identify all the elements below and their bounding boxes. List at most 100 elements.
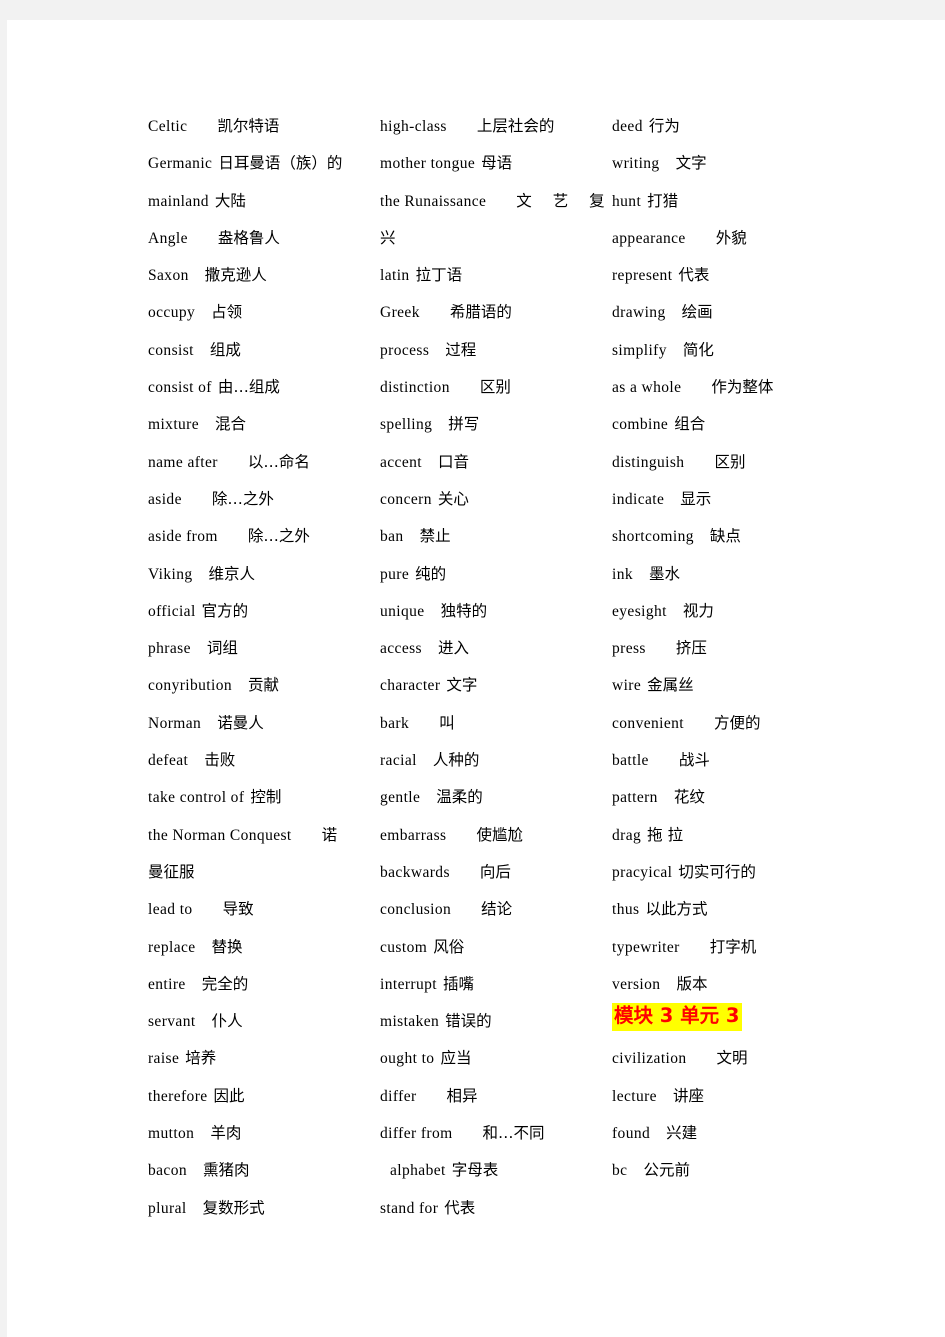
entry-meaning: 凯尔特语 — [217, 117, 280, 135]
vocabulary-entry: custom 风俗 — [380, 929, 612, 966]
entry-term: bacon — [148, 1162, 188, 1180]
entry-term: conyribution — [148, 677, 233, 695]
entry-term: plural — [148, 1199, 187, 1217]
entry-term: defeat — [148, 752, 189, 770]
entry-meaning: 简化 — [682, 340, 714, 359]
entry-term: aside from — [148, 528, 218, 546]
vocabulary-entry: Celtic 凯尔特语 — [148, 108, 380, 145]
entry-meaning: 兴 — [380, 228, 396, 247]
entry-meaning: 向后 — [479, 862, 511, 881]
entry-meaning: 组成 — [209, 340, 241, 359]
entry-term: consist of — [148, 379, 212, 397]
entry-term: latin — [380, 267, 410, 285]
vocabulary-entry: hunt 打猎 — [612, 183, 844, 220]
entry-term: lecture — [612, 1087, 657, 1105]
vocabulary-entry: access 进入 — [380, 630, 612, 667]
vocabulary-entry: drawing 绘画 — [612, 294, 844, 331]
vocabulary-entry: shortcoming 缺点 — [612, 518, 844, 555]
entry-term: eyesight — [612, 602, 667, 620]
entry-term: Celtic — [148, 118, 188, 135]
vocabulary-entry: found 兴建 — [612, 1115, 844, 1152]
entry-meaning: 拼写 — [448, 415, 480, 434]
entry-term: mistaken — [380, 1013, 440, 1031]
entry-term: conclusion — [380, 901, 452, 919]
vocabulary-entry: latin 拉丁语 — [380, 257, 612, 294]
entry-meaning: 文 艺 复 — [516, 191, 613, 210]
entry-term: Greek — [380, 304, 420, 322]
vocabulary-entry: consist of 由…组成 — [148, 369, 380, 406]
vocabulary-entry: distinction 区别 — [380, 369, 612, 406]
entry-term: civilization — [612, 1050, 687, 1068]
entry-term: ban — [380, 528, 404, 546]
entry-meaning: 独特的 — [440, 601, 488, 620]
vocabulary-entry: raise 培养 — [148, 1040, 380, 1077]
entry-term: racial — [380, 752, 417, 770]
vocabulary-entry: lead to 导致 — [148, 891, 380, 928]
entry-meaning: 曼征服 — [148, 862, 195, 881]
vocabulary-entry: mainland 大陆 — [148, 183, 380, 220]
vocabulary-entry: thus 以此方式 — [612, 891, 844, 928]
entry-meaning: 插嘴 — [442, 974, 474, 993]
vocabulary-entry: stand for 代表 — [380, 1190, 612, 1227]
entry-term: version — [612, 975, 661, 993]
entry-term: the Norman Conquest — [148, 826, 292, 844]
entry-term: custom — [380, 938, 428, 956]
entry-term: ought to — [380, 1050, 435, 1068]
vocabulary-entry: press 挤压 — [612, 630, 844, 667]
vocabulary-entry: plural 复数形式 — [148, 1190, 380, 1227]
entry-meaning: 花纹 — [673, 788, 705, 807]
vocabulary-entry: ought to 应当 — [380, 1040, 612, 1077]
vocabulary-entry: name after 以…命名 — [148, 444, 380, 481]
entry-term: therefore — [148, 1087, 208, 1105]
entry-meaning: 大陆 — [214, 191, 246, 210]
vocabulary-entry: interrupt 插嘴 — [380, 966, 612, 1003]
entry-term: mutton — [148, 1125, 195, 1143]
entry-meaning: 视力 — [682, 601, 714, 620]
entry-meaning: 母语 — [481, 154, 513, 173]
entry-meaning: 除…之外 — [247, 527, 310, 546]
entry-meaning: 风俗 — [433, 937, 465, 956]
vocabulary-entry: take control of 控制 — [148, 779, 380, 816]
vocabulary-entry: backwards 向后 — [380, 854, 612, 891]
entry-term: mother tongue — [380, 155, 476, 173]
entry-term: Saxon — [148, 267, 189, 285]
entry-term: drawing — [612, 304, 666, 322]
entry-term: bark — [380, 714, 410, 732]
vocabulary-entry: lecture 讲座 — [612, 1078, 844, 1115]
entry-term: servant — [148, 1013, 196, 1031]
entry-term: mixture — [148, 416, 200, 434]
entry-meaning: 文字 — [446, 676, 478, 695]
entry-meaning: 相异 — [446, 1086, 478, 1105]
entry-meaning: 口音 — [437, 452, 469, 471]
entry-term: gentle — [380, 789, 421, 807]
vocabulary-entry: as a whole 作为整体 — [612, 369, 844, 406]
vocabulary-entry: gentle 温柔的 — [380, 779, 612, 816]
entry-term: raise — [148, 1050, 180, 1068]
vocabulary-entry: entire 完全的 — [148, 966, 380, 1003]
entry-meaning: 文字 — [675, 154, 707, 173]
vocabulary-entry: pattern 花纹 — [612, 779, 844, 816]
entry-meaning: 应当 — [440, 1049, 472, 1068]
vocabulary-entry: writing 文字 — [612, 145, 844, 182]
entry-meaning: 版本 — [676, 974, 708, 993]
entry-term: backwards — [380, 863, 450, 881]
vocabulary-entry: deed 行为 — [612, 108, 844, 145]
entry-meaning: 叫 — [439, 713, 455, 732]
entry-term: name after — [148, 453, 218, 471]
entry-term: take control of — [148, 789, 245, 807]
entry-meaning: 区别 — [479, 378, 511, 397]
entry-meaning: 羊肉 — [210, 1124, 242, 1143]
vocabulary-entry: differ from 和…不同 — [380, 1115, 612, 1152]
entry-meaning: 替换 — [211, 937, 243, 956]
vocabulary-entry: high-class 上层社会的 — [380, 108, 612, 145]
entry-meaning: 区别 — [714, 452, 746, 471]
vocabulary-columns: Celtic 凯尔特语 Germanic 日耳曼语（族）的 mainland 大陆 Angl… — [148, 108, 868, 1227]
entry-meaning: 诺 — [321, 825, 338, 844]
entry-term: concern — [380, 490, 432, 508]
vocabulary-entry: concern 关心 — [380, 481, 612, 518]
entry-meaning: 组合 — [674, 415, 706, 434]
vocabulary-entry: accent 口音 — [380, 444, 612, 481]
entry-term: consist — [148, 341, 194, 359]
vocabulary-entry: 曼征服 — [148, 854, 380, 891]
vocabulary-entry: distinguish 区别 — [612, 444, 844, 481]
